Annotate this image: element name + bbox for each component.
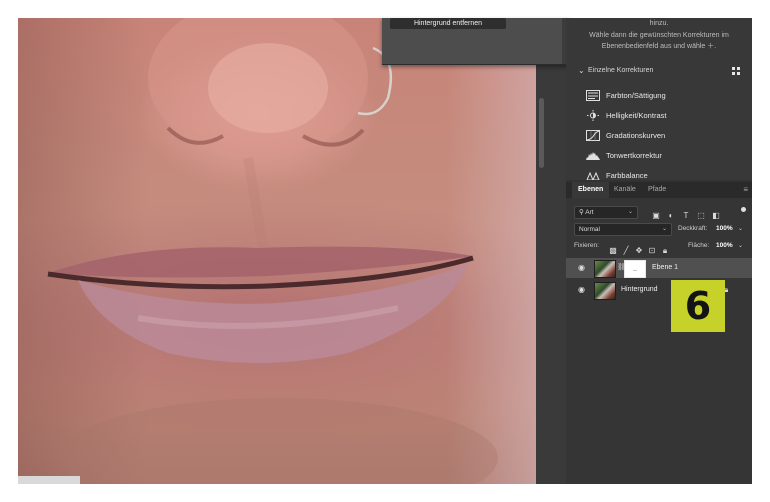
nose-tip bbox=[208, 43, 328, 133]
lock-transparency-icon[interactable]: ▩ bbox=[608, 245, 618, 257]
adjustment-levels[interactable]: Tonwertkorrektur bbox=[586, 148, 746, 164]
layers-panel-tabs: Ebenen Kanäle Pfade ≡ bbox=[566, 182, 752, 198]
lock-artboard-icon[interactable]: ⊡ bbox=[647, 245, 657, 257]
adjustment-color-balance[interactable]: Farbbalance bbox=[586, 168, 746, 180]
filter-icons: ▣ ◐ T ⬚ ◧ bbox=[650, 205, 725, 220]
brightness-contrast-icon bbox=[587, 110, 599, 121]
tab-paths[interactable]: Pfade bbox=[642, 182, 672, 198]
adjustments-panel: hinzu. Wähle dann die gewünschten Korrek… bbox=[566, 18, 752, 180]
remove-background-button[interactable]: Hintergrund entfernen bbox=[390, 18, 506, 29]
panel-menu-icon[interactable]: ≡ bbox=[743, 185, 748, 195]
opacity-label: Deckkraft: bbox=[678, 225, 708, 232]
adjustments-hint-line-1: hinzu. bbox=[649, 20, 669, 27]
philtrum bbox=[243, 157, 268, 249]
tab-layers[interactable]: Ebenen bbox=[572, 182, 610, 198]
adjustments-hint-line-2: Wähle dann die gewünschten Korrekturen i… bbox=[589, 32, 729, 39]
adjustment-hue-saturation[interactable]: Farbton/Sättigung bbox=[586, 88, 746, 104]
photo-canvas[interactable] bbox=[18, 18, 536, 484]
chin-shadow bbox=[58, 398, 498, 484]
visibility-eye-icon[interactable]: ◉ bbox=[578, 284, 585, 296]
chevron-down-icon: ⌄ bbox=[661, 226, 667, 232]
canvas-scrollbar[interactable] bbox=[536, 18, 566, 484]
lock-image-icon[interactable]: ╱ bbox=[621, 245, 631, 257]
lock-all-icon[interactable]: 🔒︎ bbox=[660, 245, 670, 257]
layer-name[interactable]: Hintergrund bbox=[621, 280, 658, 300]
kind-filter-select[interactable]: ⚲ Art ⌄ bbox=[574, 206, 638, 219]
shape-filter-icon[interactable]: ⬚ bbox=[695, 210, 707, 222]
lock-icons: ▩ ╱ ✥ ⊡ 🔒︎ bbox=[608, 240, 673, 258]
kind-filter-text: Art bbox=[585, 209, 594, 216]
visibility-eye-icon[interactable]: ◉ bbox=[578, 262, 585, 274]
adjustment-brightness-contrast[interactable]: Helligkeit/Kontrast bbox=[586, 108, 746, 124]
layer-thumbnail[interactable] bbox=[594, 282, 616, 300]
adjustment-label: Farbbalance bbox=[606, 171, 648, 180]
lock-label: Fixieren: bbox=[574, 242, 599, 249]
adjustments-hint-text: Ebenenbedienfeld aus und wähle bbox=[601, 43, 706, 50]
fill-dropdown-icon[interactable]: ⌄ bbox=[738, 240, 743, 252]
fill-field[interactable]: 100% bbox=[716, 240, 733, 252]
tab-channels[interactable]: Kanäle bbox=[608, 182, 642, 198]
layer-thumbnail[interactable] bbox=[594, 260, 616, 278]
filter-toggle-icon[interactable] bbox=[741, 207, 746, 212]
color-balance-icon bbox=[586, 171, 600, 180]
smart-object-filter-icon[interactable]: ◧ bbox=[710, 210, 722, 222]
adjustment-label: Helligkeit/Kontrast bbox=[606, 111, 667, 120]
grid-view-icon[interactable] bbox=[732, 67, 740, 75]
chevron-down-icon: ⌄ bbox=[578, 66, 585, 75]
adjustment-filter-icon[interactable]: ◐ bbox=[665, 210, 677, 222]
adjustment-label: Tonwertkorrektur bbox=[606, 151, 662, 160]
curves-icon bbox=[586, 130, 600, 141]
portrait-photo bbox=[47, 18, 498, 484]
layer-row-ebene-1[interactable]: ◉ ⛓ Ebene 1 bbox=[566, 258, 752, 278]
fill-label: Fläche: bbox=[688, 242, 710, 249]
type-filter-icon[interactable]: T bbox=[680, 210, 692, 222]
single-adjustments-header[interactable]: ⌄ Einzelne Korrekturen bbox=[578, 66, 740, 78]
pixel-filter-icon[interactable]: ▣ bbox=[650, 210, 662, 222]
layer-name[interactable]: Ebene 1 bbox=[652, 258, 678, 278]
step-number-badge: 6 bbox=[671, 280, 725, 332]
blend-row: Normal ⌄ Deckkraft: 100% ⌄ bbox=[566, 222, 752, 236]
filter-row: ⚲ Art ⌄ ▣ ◐ T ⬚ ◧ bbox=[566, 204, 752, 220]
levels-icon bbox=[586, 152, 600, 160]
layers-panel: Ebenen Kanäle Pfade ≡ ⚲ Art ⌄ ▣ ◐ T ⬚ ◧ Norm… bbox=[566, 182, 752, 484]
kind-filter-value: ⚲ Art bbox=[579, 209, 594, 216]
layer-mask-thumbnail[interactable] bbox=[624, 260, 646, 278]
scrollbar-thumb[interactable] bbox=[539, 98, 544, 168]
plus-icon: ＋. bbox=[707, 43, 717, 50]
adjustments-hint-line-3: Ebenenbedienfeld aus und wähle ＋. bbox=[566, 42, 752, 52]
contextual-task-bar: Hintergrund entfernen bbox=[382, 18, 570, 65]
blend-mode-select[interactable]: Normal ⌄ bbox=[574, 223, 672, 236]
adjustment-curves[interactable]: Gradationskurven bbox=[586, 128, 746, 144]
canvas-corner bbox=[18, 476, 80, 484]
adjustment-label: Gradationskurven bbox=[606, 131, 666, 140]
blend-mode-value: Normal bbox=[579, 226, 600, 233]
right-panel: hinzu. Wähle dann die gewünschten Korrek… bbox=[566, 18, 752, 484]
hue-saturation-icon bbox=[586, 90, 600, 101]
opacity-field[interactable]: 100% bbox=[716, 223, 733, 235]
chevron-down-icon: ⌄ bbox=[627, 209, 633, 215]
lock-row: Fixieren: ▩ ╱ ✥ ⊡ 🔒︎ Fläche: 100% ⌄ bbox=[566, 239, 752, 255]
single-adjustments-label: Einzelne Korrekturen bbox=[588, 67, 654, 74]
lower-lip bbox=[78, 263, 468, 363]
adjustment-label: Farbton/Sättigung bbox=[606, 91, 666, 100]
opacity-dropdown-icon[interactable]: ⌄ bbox=[738, 223, 743, 235]
lock-position-icon[interactable]: ✥ bbox=[634, 245, 644, 257]
